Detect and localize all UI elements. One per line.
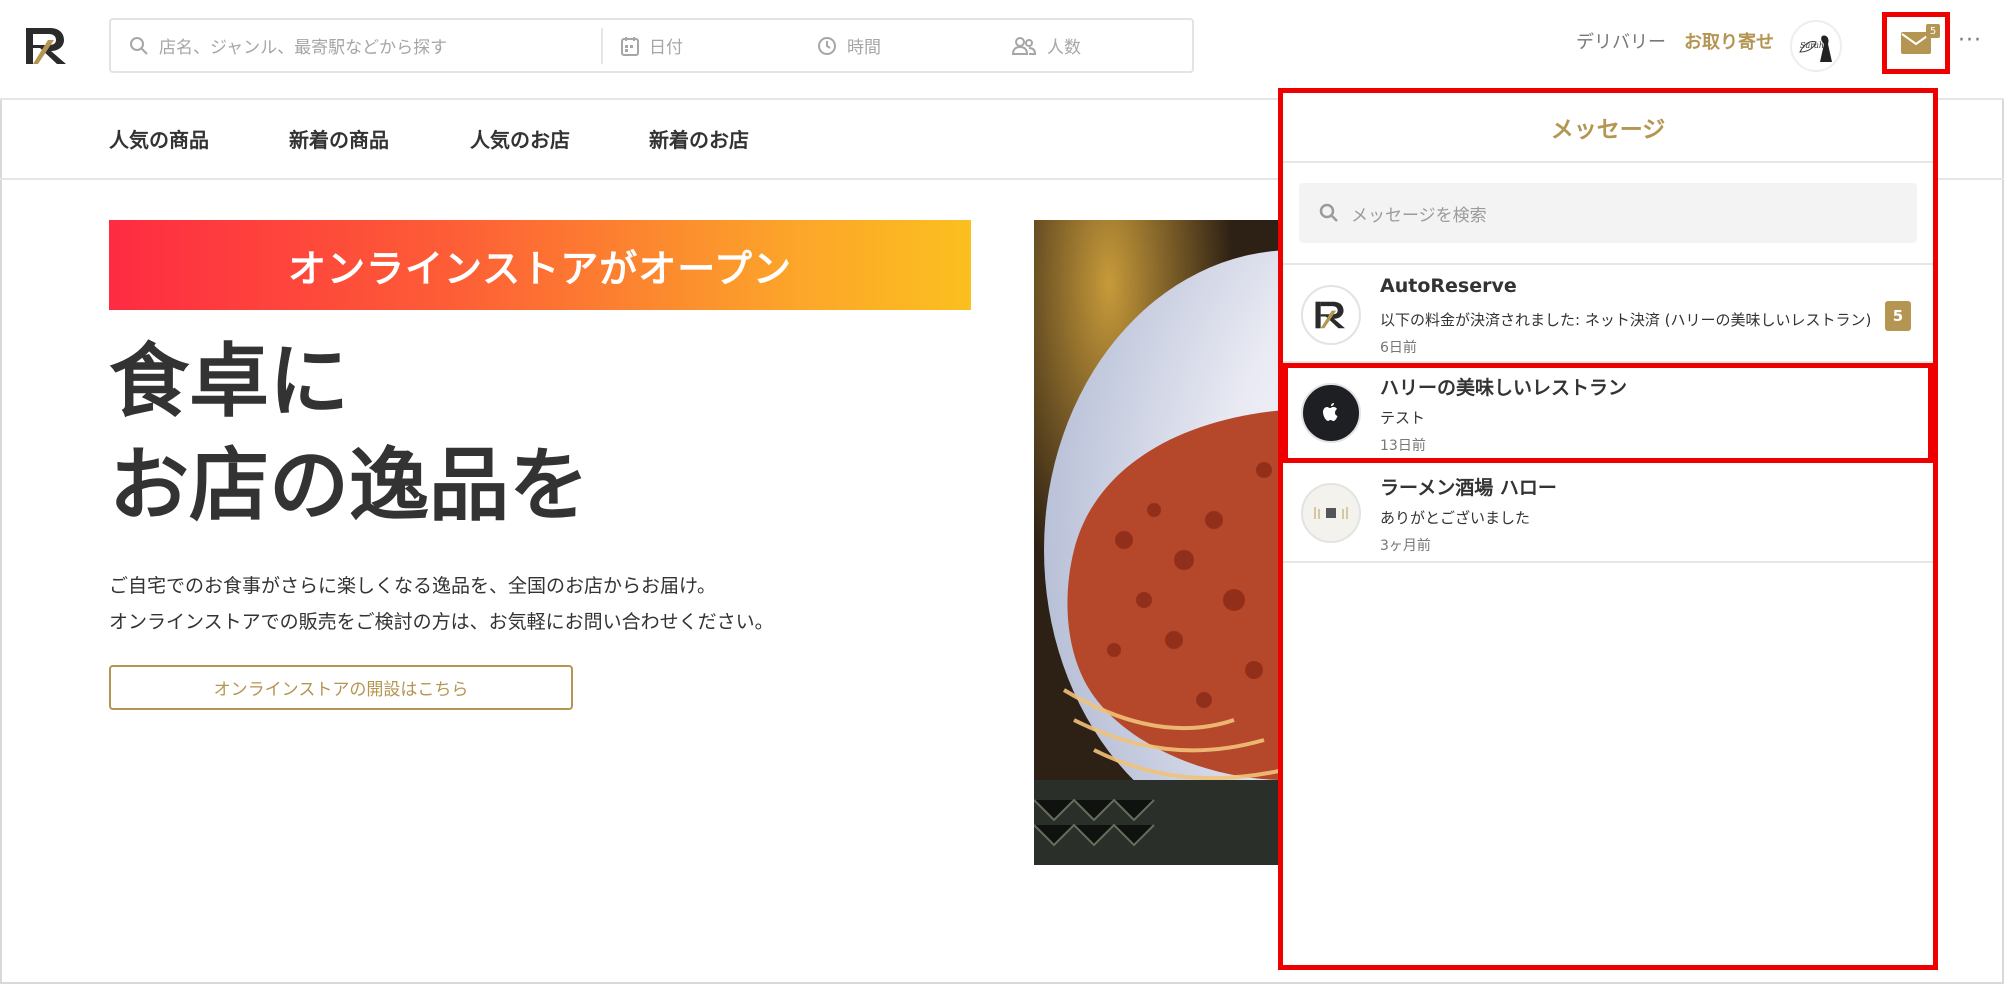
time-label: 時間 [847,38,881,58]
message-sender: ハリーの美味しいレストラン [1380,377,1628,399]
messages-panel-title: メッセージ [1283,93,1933,163]
search-icon [130,36,148,55]
calendar-icon [621,36,639,56]
message-search-placeholder: メッセージを検索 [1351,205,1487,226]
people-icon [1011,36,1037,55]
open-store-button[interactable]: オンラインストアの開設はこちら [109,665,573,710]
keyword-search-field[interactable]: 店名、ジャンル、最寄駅などから探す [129,20,589,71]
message-item-autoreserve[interactable]: AutoReserve 以下の料金が決済されました: ネット決済 (ハリーの美味… [1283,263,1933,363]
autoreserve-avatar [1301,285,1361,345]
messages-button[interactable]: 5 [1882,12,1950,74]
unread-count-badge: 5 [1885,301,1911,331]
keyword-search-placeholder: 店名、ジャンル、最寄駅などから探す [159,38,448,58]
time-field[interactable]: 時間 [817,20,997,71]
message-preview: 以下の料金が決済されました: ネット決済 (ハリーの美味しいレストラン): [1380,311,1870,329]
search-bar[interactable]: 店名、ジャンル、最寄駅などから探す 日付 時間 人数 [109,18,1194,73]
message-list: AutoReserve 以下の料金が決済されました: ネット決済 (ハリーの美味… [1283,263,1933,563]
message-time: 6日前 [1380,340,1417,356]
messages-badge: 5 [1926,24,1940,38]
harry-restaurant-avatar [1301,383,1361,443]
category-new-shops[interactable]: 新着のお店 [649,124,749,153]
category-new-products[interactable]: 新着の商品 [289,124,389,153]
hero-description-line-2: オンラインストアでの販売をご検討の方は、お気軽にお問い合わせください。 [109,611,774,633]
search-divider [601,28,603,64]
message-item-ramen-hello[interactable]: ラーメン酒場 ハロー ありがとございました 3ヶ月前 [1283,463,1933,563]
top-header: 店名、ジャンル、最寄駅などから探す 日付 時間 人数 デリバリー お取り寄せ S… [0,0,2004,100]
user-avatar[interactable]: Sarah [1790,20,1842,72]
people-label: 人数 [1047,38,1081,58]
category-popular-shops[interactable]: 人気のお店 [470,124,570,153]
date-field[interactable]: 日付 [621,20,801,71]
hero-title-line-1: 食卓に [109,335,349,428]
ramen-hello-avatar [1301,483,1361,543]
people-field[interactable]: 人数 [1011,20,1191,71]
date-label: 日付 [649,38,683,58]
hero-title: 食卓に お店の逸品を [109,330,589,538]
message-search-input[interactable]: メッセージを検索 [1299,183,1917,243]
hero-description: ご自宅でのお食事がさらに楽しくなる逸品を、全国のお店からお届け。 オンラインスト… [109,568,774,640]
hero-title-line-2: お店の逸品を [109,439,589,532]
clock-icon [818,36,836,55]
messages-panel: メッセージ メッセージを検索 AutoReserve 以下の料金が決済されました… [1278,88,1938,970]
more-menu-button[interactable]: ··· [1958,28,1982,53]
message-preview: ありがとございました [1380,509,1531,527]
autoreserve-logo[interactable] [24,26,70,66]
search-icon [1319,203,1338,222]
message-sender: ラーメン酒場 ハロー [1380,477,1557,499]
message-time: 3ヶ月前 [1380,538,1431,554]
message-item-harry-restaurant[interactable]: ハリーの美味しいレストラン テスト 13日前 [1283,363,1933,463]
svg-text:Sarah: Sarah [1800,41,1824,50]
message-preview: テスト [1380,409,1426,427]
apple-icon [1323,403,1338,421]
hero-description-line-1: ご自宅でのお食事がさらに楽しくなる逸品を、全国のお店からお届け。 [109,575,717,597]
order-link[interactable]: お取り寄せ [1684,28,1774,54]
delivery-link[interactable]: デリバリー [1576,28,1666,54]
message-sender: AutoReserve [1380,275,1517,297]
online-store-banner[interactable]: オンラインストアがオープン [109,220,971,310]
message-time: 13日前 [1380,438,1426,454]
category-popular-products[interactable]: 人気の商品 [109,124,209,153]
pasta-photo [1034,220,1284,865]
